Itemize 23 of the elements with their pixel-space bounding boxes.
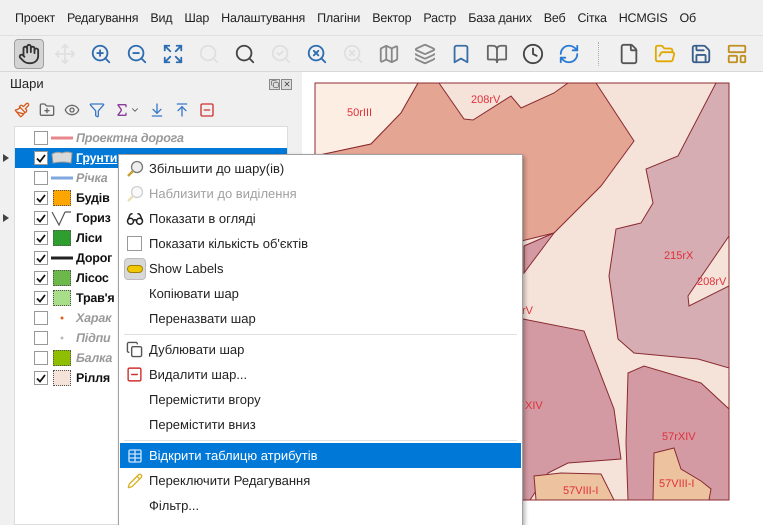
layer-name: Лісос: [76, 270, 109, 287]
map-label: rV: [522, 305, 533, 317]
layer-name: Гориз: [76, 210, 111, 227]
layer-name: Харак: [76, 310, 112, 327]
layer-name: Рілля: [76, 370, 110, 387]
map-label: 208rV: [697, 276, 726, 288]
layer-name: Трав'я: [76, 290, 114, 307]
layer-name: Проектна дорога: [76, 130, 184, 147]
map-label: 57VIII-I: [659, 478, 694, 490]
map-label: 50rIII: [347, 107, 372, 119]
layer-name: Будів: [76, 190, 110, 207]
map-label: 57rXIV: [662, 431, 696, 443]
map-label: XIV: [525, 400, 543, 412]
layer-name: Річка: [76, 170, 108, 187]
map-label: 57VIII-I: [563, 485, 598, 497]
layer-name: Грунти: [76, 150, 118, 167]
layer-name: Дорог: [76, 250, 112, 267]
panel-title: Шари: [10, 75, 44, 94]
layer-name: Підпи: [76, 330, 110, 347]
map-label: 208rV: [471, 94, 500, 106]
map-label: 215rX: [664, 250, 694, 262]
layer-name: Балка: [76, 350, 112, 367]
layer-name: Ліси: [76, 230, 102, 247]
